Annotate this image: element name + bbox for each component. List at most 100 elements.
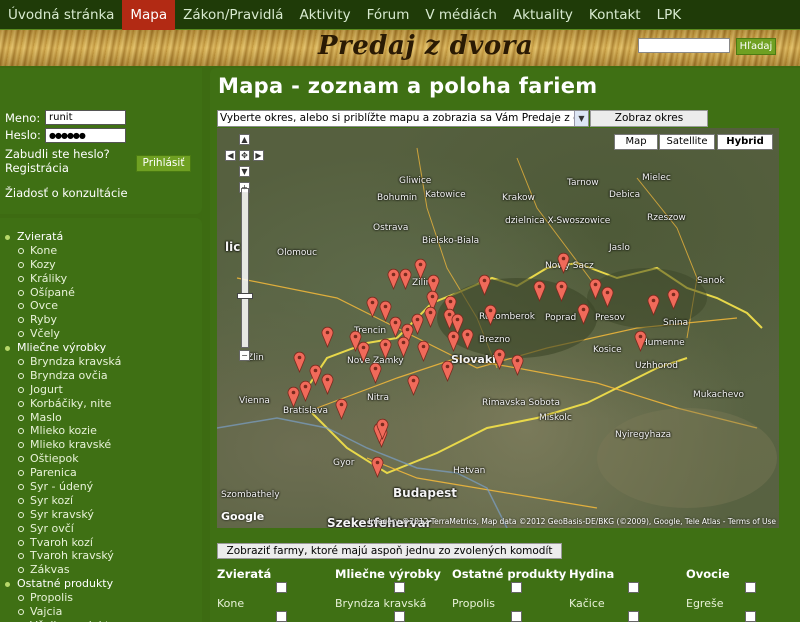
map-type-button[interactable]: Satellite xyxy=(659,134,715,150)
pan-left-button[interactable]: ◀ xyxy=(225,150,236,161)
zoom-out-button[interactable]: − xyxy=(239,350,250,361)
google-map[interactable]: Olomouc Ostrava Gliwice Katowice Krakow … xyxy=(217,128,779,528)
username-field[interactable]: runit xyxy=(45,110,126,125)
subcategory-item[interactable]: Tvaroh kravský xyxy=(0,549,202,563)
filter-category-checkbox[interactable] xyxy=(511,582,522,593)
filter-category-checkbox[interactable] xyxy=(628,582,639,593)
search-button[interactable]: Hľadaj xyxy=(736,38,776,55)
subcategory-item[interactable]: Propolis xyxy=(0,591,202,605)
farm-marker-icon[interactable] xyxy=(357,341,370,363)
nav-item[interactable]: Úvodná stránka xyxy=(0,0,122,30)
map-type-button[interactable]: Hybrid xyxy=(717,134,773,150)
subcategory-item[interactable]: Syr kozí xyxy=(0,494,202,508)
farm-marker-icon[interactable] xyxy=(447,330,460,352)
farm-marker-icon[interactable] xyxy=(371,456,384,478)
show-farms-button[interactable]: Zobraziť farmy, ktoré majú aspoň jednu z… xyxy=(217,543,562,559)
subcategory-item[interactable]: Jogurt xyxy=(0,383,202,397)
subcategory-item[interactable]: Kozy xyxy=(0,258,202,272)
farm-marker-icon[interactable] xyxy=(555,280,568,302)
farm-marker-icon[interactable] xyxy=(379,338,392,360)
subcategory-item[interactable]: Parenica xyxy=(0,466,202,480)
subcategory-item[interactable]: Oštiepok xyxy=(0,452,202,466)
subcategory-item[interactable]: Ovce xyxy=(0,299,202,313)
farm-marker-icon[interactable] xyxy=(366,296,379,318)
nav-item[interactable]: Aktuality xyxy=(505,0,581,30)
filter-item-checkbox[interactable] xyxy=(745,611,756,622)
zoom-handle[interactable] xyxy=(237,293,253,299)
farm-marker-icon[interactable] xyxy=(287,386,300,408)
subcategory-item[interactable]: Korbáčiky, nite xyxy=(0,397,202,411)
map-type-button[interactable]: Map xyxy=(614,134,658,150)
search-input[interactable] xyxy=(638,38,730,53)
farm-marker-icon[interactable] xyxy=(407,374,420,396)
nav-item[interactable]: V médiách xyxy=(417,0,505,30)
consultation-link[interactable]: Žiadosť o konzultácie xyxy=(5,186,128,200)
filter-category-checkbox[interactable] xyxy=(745,582,756,593)
farm-marker-icon[interactable] xyxy=(533,280,546,302)
farm-marker-icon[interactable] xyxy=(321,326,334,348)
nav-item[interactable]: Mapa xyxy=(122,0,176,30)
farm-marker-icon[interactable] xyxy=(511,354,524,376)
zoom-slider[interactable] xyxy=(241,188,249,348)
farm-marker-icon[interactable] xyxy=(399,268,412,290)
farm-marker-icon[interactable] xyxy=(634,330,647,352)
pan-up-button[interactable]: ▲ xyxy=(239,134,250,145)
subcategory-item[interactable]: Tvaroh kozí xyxy=(0,536,202,550)
subcategory-item[interactable]: Vajcia xyxy=(0,605,202,619)
subcategory-item[interactable]: Zákvas xyxy=(0,563,202,577)
farm-marker-icon[interactable] xyxy=(414,258,427,280)
farm-marker-icon[interactable] xyxy=(461,328,474,350)
district-select[interactable]: Vyberte okres, alebo si priblížte mapu a… xyxy=(217,110,589,127)
nav-item[interactable]: Aktivity xyxy=(291,0,358,30)
farm-marker-icon[interactable] xyxy=(299,380,312,402)
filter-category-checkbox[interactable] xyxy=(276,582,287,593)
farm-marker-icon[interactable] xyxy=(484,304,497,326)
filter-item-checkbox[interactable] xyxy=(276,611,287,622)
subcategory-item[interactable]: Včely xyxy=(0,327,202,341)
filter-item-checkbox[interactable] xyxy=(511,611,522,622)
subcategory-item[interactable]: Syr kravský xyxy=(0,508,202,522)
subcategory-item[interactable]: Mlieko kozie xyxy=(0,424,202,438)
category-item[interactable]: Zvieratá xyxy=(0,230,202,244)
farm-marker-icon[interactable] xyxy=(335,398,348,420)
nav-item[interactable]: Kontakt xyxy=(581,0,649,30)
farm-marker-icon[interactable] xyxy=(369,362,382,384)
nav-item[interactable]: Fórum xyxy=(359,0,418,30)
farm-marker-icon[interactable] xyxy=(478,274,491,296)
forgot-password-link[interactable]: Zabudli ste heslo? xyxy=(5,147,110,161)
subcategory-item[interactable]: Mlieko kravské xyxy=(0,438,202,452)
filter-item-checkbox[interactable] xyxy=(628,611,639,622)
subcategory-item[interactable]: Maslo xyxy=(0,411,202,425)
pan-center-button[interactable]: ✥ xyxy=(239,150,250,161)
subcategory-item[interactable]: Kone xyxy=(0,244,202,258)
subcategory-item[interactable]: Bryndza ovčia xyxy=(0,369,202,383)
password-field[interactable]: ●●●●●● xyxy=(45,128,126,143)
farm-marker-icon[interactable] xyxy=(417,340,430,362)
farm-marker-icon[interactable] xyxy=(557,252,570,274)
farm-marker-icon[interactable] xyxy=(411,313,424,335)
farm-marker-icon[interactable] xyxy=(376,418,389,440)
subcategory-item[interactable]: Bryndza kravská xyxy=(0,355,202,369)
farm-marker-icon[interactable] xyxy=(441,360,454,382)
farm-marker-icon[interactable] xyxy=(293,351,306,373)
nav-item[interactable]: Zákon/Pravidlá xyxy=(175,0,291,30)
subcategory-item[interactable]: Králiky xyxy=(0,272,202,286)
subcategory-item[interactable]: Ryby xyxy=(0,313,202,327)
farm-marker-icon[interactable] xyxy=(397,336,410,358)
nav-item[interactable]: LPK xyxy=(649,0,690,30)
register-link[interactable]: Registrácia xyxy=(5,161,69,175)
filter-category-checkbox[interactable] xyxy=(394,582,405,593)
filter-item-checkbox[interactable] xyxy=(394,611,405,622)
farm-marker-icon[interactable] xyxy=(424,306,437,328)
login-button[interactable]: Prihlásiť xyxy=(136,155,191,172)
subcategory-item[interactable]: Syr - údený xyxy=(0,480,202,494)
farm-marker-icon[interactable] xyxy=(493,348,506,370)
farm-marker-icon[interactable] xyxy=(601,286,614,308)
farm-marker-icon[interactable] xyxy=(321,373,334,395)
farm-marker-icon[interactable] xyxy=(577,303,590,325)
subcategory-item[interactable]: Syr ovčí xyxy=(0,522,202,536)
farm-marker-icon[interactable] xyxy=(647,294,660,316)
farm-marker-icon[interactable] xyxy=(667,288,680,310)
subcategory-item[interactable]: Ošípané xyxy=(0,286,202,300)
category-item[interactable]: Mliečne výrobky xyxy=(0,341,202,355)
